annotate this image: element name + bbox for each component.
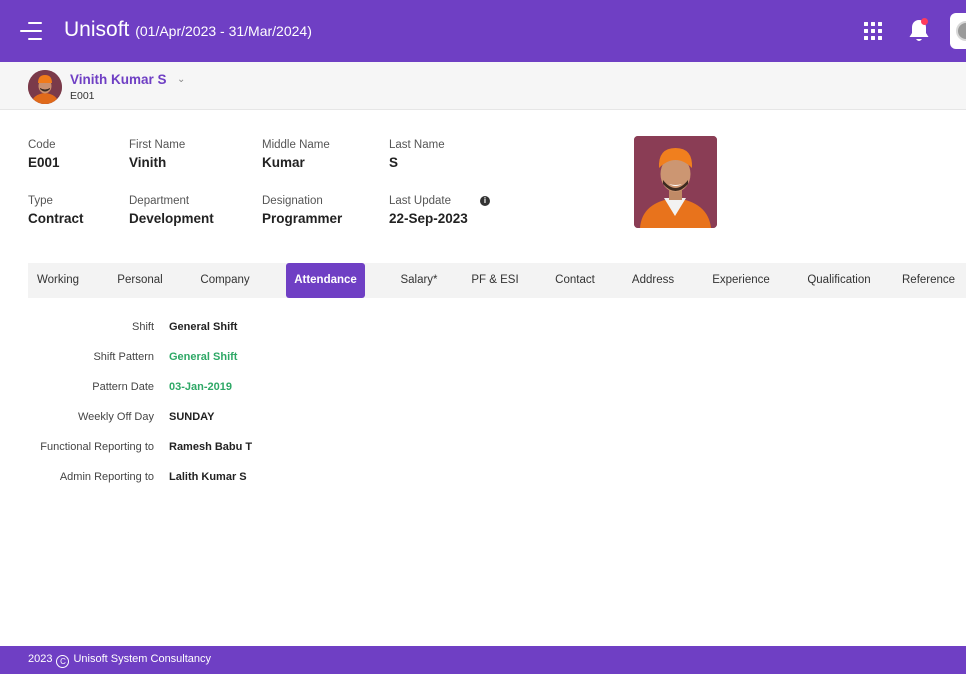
financial-period: (01/Apr/2023 - 31/Mar/2024) <box>135 23 312 39</box>
info-icon[interactable]: i <box>480 196 490 206</box>
tab-pf-esi[interactable]: PF & ESI <box>468 263 522 298</box>
last-update-label: Last Update <box>389 195 452 207</box>
department-label: Department <box>129 195 190 207</box>
tab-qualification[interactable]: Qualification <box>800 263 878 298</box>
last-name-value: S <box>389 155 399 170</box>
employee-name[interactable]: Vinith Kumar S <box>70 72 167 87</box>
middle-name-value: Kumar <box>262 155 305 170</box>
app-title: Unisoft (01/Apr/2023 - 31/Mar/2024) <box>64 18 312 42</box>
pattern-date-label: Pattern Date <box>92 381 154 393</box>
shift-label: Shift <box>131 321 154 333</box>
tab-personal[interactable]: Personal <box>108 263 172 298</box>
tab-attendance[interactable]: Attendance <box>286 263 365 298</box>
type-value: Contract <box>28 211 84 226</box>
functional-reporting-label: Functional Reporting to <box>40 441 154 453</box>
notification-dot <box>921 18 928 25</box>
shift-pattern-label: Shift Pattern <box>93 351 154 363</box>
functional-reporting-value: Ramesh Babu T <box>169 441 253 453</box>
last-name-label: Last Name <box>389 139 445 151</box>
app-name: Unisoft <box>64 18 130 41</box>
tab-reference[interactable]: Reference <box>902 263 966 298</box>
department-value: Development <box>129 211 214 226</box>
footer-year: 2023 <box>28 653 53 665</box>
user-avatar-icon <box>956 21 966 41</box>
employee-code: E001 <box>70 90 95 102</box>
employee-avatar <box>28 70 62 104</box>
tab-salary[interactable]: Salary* <box>390 263 448 298</box>
shift-value: General Shift <box>169 321 238 333</box>
tab-contact[interactable]: Contact <box>548 263 602 298</box>
employee-photo <box>634 136 717 228</box>
tab-address[interactable]: Address <box>625 263 681 298</box>
middle-name-label: Middle Name <box>262 139 330 151</box>
top-app-bar: Unisoft (01/Apr/2023 - 31/Mar/2024) <box>0 0 966 62</box>
designation-value: Programmer <box>262 211 343 226</box>
footer-text: 2023 C Unisoft System Consultancy <box>28 653 211 668</box>
weekly-off-day-label: Weekly Off Day <box>77 411 154 423</box>
admin-reporting-value: Lalith Kumar S <box>169 471 247 483</box>
designation-label: Designation <box>262 195 323 207</box>
code-label: Code <box>28 139 56 151</box>
shift-pattern-link[interactable]: General Shift <box>169 351 237 363</box>
code-value: E001 <box>28 155 60 170</box>
footer-company: Unisoft System Consultancy <box>73 653 212 665</box>
last-update-value: 22-Sep-2023 <box>389 211 468 226</box>
tab-experience[interactable]: Experience <box>706 263 776 298</box>
weekly-off-day-value: SUNDAY <box>169 411 215 423</box>
pattern-date-link[interactable]: 03-Jan-2019 <box>169 381 232 393</box>
user-menu-button[interactable] <box>950 13 966 49</box>
footer: 2023 C Unisoft System Consultancy <box>0 646 966 674</box>
first-name-value: Vinith <box>129 155 167 170</box>
copyright-icon: C <box>56 655 70 668</box>
apps-grid-icon[interactable] <box>864 22 882 40</box>
chevron-down-icon[interactable]: ⌄ <box>177 74 185 85</box>
menu-icon[interactable] <box>20 21 44 41</box>
type-label: Type <box>28 195 53 207</box>
tab-company[interactable]: Company <box>192 263 258 298</box>
admin-reporting-label: Admin Reporting to <box>59 471 154 483</box>
tab-working[interactable]: Working <box>28 263 88 298</box>
profile-tabs: Working Personal Company Attendance Sala… <box>28 263 966 298</box>
first-name-label: First Name <box>129 139 186 151</box>
